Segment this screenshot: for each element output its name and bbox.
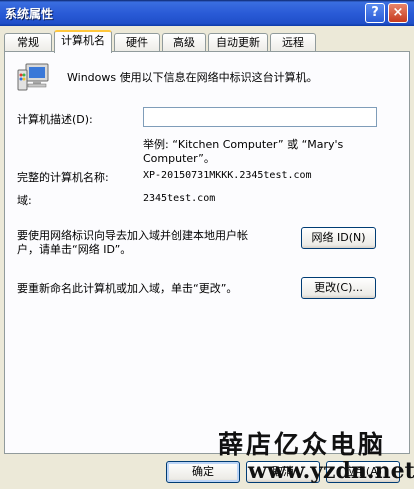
- ok-button[interactable]: 确定: [166, 461, 240, 483]
- close-button[interactable]: ×: [388, 3, 408, 23]
- example-text-line2: Computer”。: [143, 152, 215, 165]
- network-id-button[interactable]: 网络 ID(N): [301, 227, 376, 249]
- description-input[interactable]: [143, 107, 377, 127]
- domain-label: 域:: [17, 194, 32, 207]
- rename-text: 要重新命名此计算机或加入域，单击“更改”。: [17, 282, 238, 295]
- window-title: 系统属性: [5, 7, 54, 21]
- tab-automatic-updates[interactable]: 自动更新: [208, 33, 268, 52]
- domain-value: 2345test.com: [143, 193, 216, 204]
- tab-computer-name[interactable]: 计算机名: [54, 30, 112, 53]
- title-bar: 系统属性 ? ×: [0, 0, 414, 26]
- change-button[interactable]: 更改(C)...: [301, 277, 376, 299]
- description-label: 计算机描述(D):: [17, 113, 93, 126]
- cancel-button[interactable]: 取消: [246, 461, 320, 483]
- computer-name-panel: Windows 使用以下信息在网络中标识这台计算机。 计算机描述(D): 举例:…: [4, 51, 410, 454]
- computer-icon: [17, 63, 49, 91]
- tab-advanced[interactable]: 高级: [162, 33, 206, 52]
- full-name-value: XP-20150731MKKK.2345test.com: [143, 170, 312, 181]
- full-name-label: 完整的计算机名称:: [17, 171, 109, 184]
- tab-remote[interactable]: 远程: [270, 33, 316, 52]
- tab-general[interactable]: 常规: [4, 33, 52, 52]
- tab-hardware[interactable]: 硬件: [114, 33, 160, 52]
- intro-text: Windows 使用以下信息在网络中标识这台计算机。: [67, 71, 318, 84]
- apply-button[interactable]: 应用(A): [326, 461, 400, 483]
- help-button[interactable]: ?: [365, 3, 385, 23]
- network-id-text-line2: 户，请单击“网络 ID”。: [17, 243, 132, 256]
- tab-strip: 常规 计算机名 硬件 高级 自动更新 远程: [4, 30, 410, 53]
